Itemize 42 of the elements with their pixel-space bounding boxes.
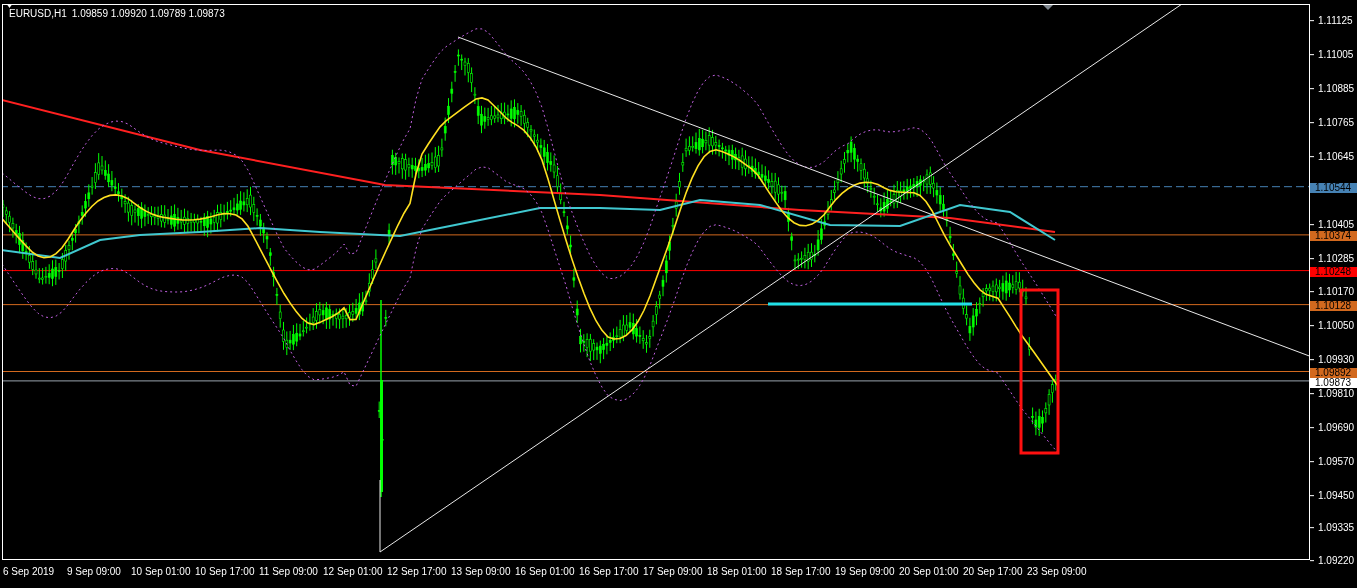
time-tick-label: 12 Sep 17:00	[387, 565, 448, 577]
price-tick-label: 1.09220	[1318, 556, 1355, 566]
shift-marker-icon[interactable]	[1042, 5, 1054, 10]
price-tick-label: 1.09810	[1318, 388, 1355, 398]
time-tick-label: 6 Sep 2019	[3, 565, 56, 577]
price-level-label: 1.10374	[1310, 230, 1357, 241]
time-tick-label: 12 Sep 01:00	[323, 565, 384, 577]
time-tick-label: 17 Sep 09:00	[643, 565, 704, 577]
time-tick-label: 13 Sep 09:00	[451, 565, 512, 577]
time-tick-label: 16 Sep 17:00	[579, 565, 640, 577]
time-tick-label: 10 Sep 01:00	[131, 565, 192, 577]
time-tick-label: 18 Sep 17:00	[771, 565, 832, 577]
time-tick-label: 11 Sep 09:00	[259, 565, 319, 577]
price-tick-label: 1.10405	[1318, 220, 1355, 230]
price-tick-label: 1.10050	[1318, 320, 1355, 330]
price-tick-label: 1.10885	[1318, 84, 1355, 94]
price-tick-label: 1.11125	[1318, 16, 1353, 26]
price-level-label: 1.10544	[1310, 182, 1357, 193]
price-tick-label: 1.11005	[1318, 50, 1354, 60]
time-tick-label: 20 Sep 17:00	[963, 565, 1024, 577]
ohlc-values: 1.09859 1.09920 1.09789 1.09873	[71, 8, 225, 19]
price-tick-label: 1.09690	[1318, 422, 1355, 432]
price-level-label: 1.10248	[1310, 266, 1357, 277]
price-tick-label: 1.09335	[1318, 523, 1355, 533]
price-tick-label: 1.10170	[1318, 286, 1355, 296]
price-tick-label: 1.10765	[1318, 118, 1355, 128]
time-tick-label: 18 Sep 01:00	[707, 565, 768, 577]
time-tick-label: 16 Sep 01:00	[515, 565, 576, 577]
price-tick-label: 1.09930	[1318, 354, 1355, 364]
price-tick-label: 1.10285	[1318, 254, 1355, 264]
price-tick-label: 1.09450	[1318, 490, 1355, 500]
time-tick-label: 10 Sep 17:00	[195, 565, 256, 577]
time-tick-label: 23 Sep 09:00	[1027, 565, 1088, 577]
symbol-label: EURUSD,H1	[9, 8, 67, 19]
price-level-label: 1.10128	[1310, 300, 1357, 311]
price-tick-label: 1.09570	[1318, 456, 1355, 466]
time-tick-label: 20 Sep 01:00	[899, 565, 960, 577]
time-tick-label: 19 Sep 09:00	[835, 565, 896, 577]
price-level-label: 1.09873	[1310, 378, 1357, 389]
time-tick-label: 9 Sep 09:00	[67, 565, 122, 577]
price-tick-label: 1.10645	[1318, 152, 1355, 162]
price-level-label: 1.09892	[1310, 367, 1357, 378]
